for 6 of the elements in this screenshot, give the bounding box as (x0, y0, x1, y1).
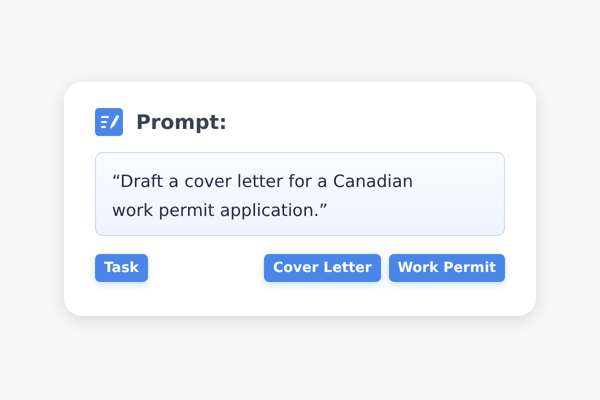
edit-note-icon (95, 108, 123, 136)
tag: Cover Letter (264, 254, 381, 282)
prompt-title: Prompt: (136, 110, 227, 134)
prompt-text-box: “Draft a cover letter for a Canadian work permit application.” (95, 152, 505, 236)
tag: Work Permit (388, 254, 505, 282)
tag: Task (95, 254, 148, 282)
